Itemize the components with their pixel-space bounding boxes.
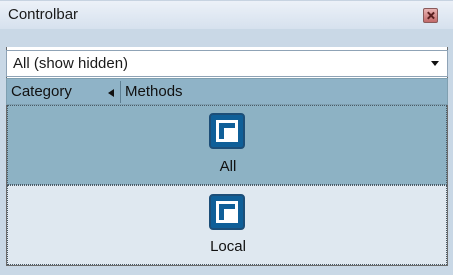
list-item-label: All [219, 158, 237, 175]
dropdown-value: All (show hidden) [13, 55, 129, 72]
panel-title: Controlbar [8, 6, 79, 23]
column-header: Category Methods [6, 78, 448, 105]
window-icon [209, 194, 245, 230]
panel-titlebar: Controlbar [0, 0, 453, 29]
list-item-local[interactable]: Local [7, 185, 447, 265]
controlbar-panel: Controlbar All (show hidden) Category Me… [0, 0, 453, 275]
chevron-down-icon[interactable] [431, 61, 439, 66]
methods-column-header[interactable]: Methods [125, 83, 183, 100]
filter-dropdown[interactable]: All (show hidden) [6, 50, 448, 77]
column-divider [120, 81, 121, 103]
list-item-all[interactable]: All [7, 105, 447, 185]
list-item-label: Local [210, 238, 246, 255]
category-column-header[interactable]: Category [11, 83, 72, 100]
category-list: All Local [7, 105, 447, 265]
close-icon[interactable] [423, 8, 438, 23]
collapse-arrow-icon[interactable] [108, 89, 114, 97]
window-icon [209, 113, 245, 149]
